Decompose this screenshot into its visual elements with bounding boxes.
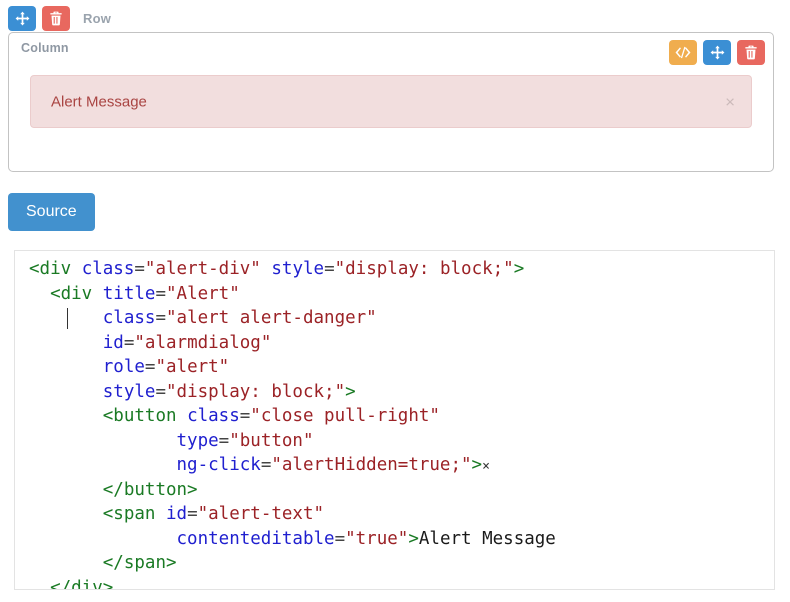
code-token-tag: </div> xyxy=(50,577,114,590)
code-token-val: "alert-div" xyxy=(144,259,261,279)
trash-icon xyxy=(49,11,63,26)
move-arrows-icon xyxy=(710,45,725,60)
code-token-val: "alert-text" xyxy=(197,504,325,524)
code-token-eq: = xyxy=(155,308,166,328)
code-token-eq: = xyxy=(144,357,156,377)
code-line: <div title="Alert" xyxy=(29,282,774,307)
row-move-button[interactable] xyxy=(8,5,36,31)
code-token-attr: class xyxy=(81,259,135,279)
code-token-eq: = xyxy=(134,259,145,279)
code-token-val: "alertHidden=true;" xyxy=(271,455,472,475)
code-line: <div class="alert-div" style="display: b… xyxy=(29,257,774,282)
code-line: ng-click="alertHidden=true;">× xyxy=(29,453,774,478)
code-token-eq: = xyxy=(123,332,135,353)
column-toolbar xyxy=(669,40,765,65)
row-label: Row xyxy=(83,10,112,26)
code-line: </div> xyxy=(29,576,774,590)
code-token-tag: <div xyxy=(50,283,103,304)
alert-danger-box: Alert Message × xyxy=(30,75,752,128)
code-token-attr: type xyxy=(176,430,219,451)
code-line: contenteditable="true">Alert Message xyxy=(29,527,774,552)
code-token-eq: = xyxy=(187,504,198,524)
move-arrows-icon xyxy=(15,11,30,26)
code-token-attr: id xyxy=(102,332,124,353)
code-line: class="alert alert-danger" xyxy=(29,306,774,331)
code-token-eq: = xyxy=(218,430,230,451)
code-token-val: "close pull-right" xyxy=(250,406,440,426)
row-delete-button[interactable] xyxy=(42,5,70,31)
code-token-tag: > xyxy=(408,528,419,549)
trash-icon xyxy=(744,45,758,60)
code-token-val: "button" xyxy=(229,430,314,451)
code-token-attr: class xyxy=(102,308,156,328)
code-token-tag: > xyxy=(471,455,483,475)
column-source-code-button[interactable] xyxy=(669,40,697,65)
code-token-tag: > xyxy=(345,381,356,402)
code-token-val: "true" xyxy=(345,528,409,549)
code-token-tag: > xyxy=(513,259,525,279)
code-line: <span id="alert-text" xyxy=(29,502,774,527)
alert-message-text[interactable]: Alert Message xyxy=(51,93,147,110)
code-token-val: "alert" xyxy=(155,357,230,377)
code-line: id="alarmdialog" xyxy=(29,331,774,356)
code-token-tag: <div xyxy=(29,259,82,279)
code-token-eq: = xyxy=(324,259,335,279)
code-token-attr: id xyxy=(165,504,188,524)
alert-close-button[interactable]: × xyxy=(723,93,737,110)
code-token-eq: = xyxy=(155,283,166,304)
code-token-val: "display: block;" xyxy=(166,381,346,402)
source-button[interactable]: Source xyxy=(8,193,95,231)
code-token-val: "display: block;" xyxy=(334,259,514,279)
code-token-eq: = xyxy=(155,381,166,402)
code-token-val: "Alert" xyxy=(166,283,240,304)
column-label: Column xyxy=(21,41,69,55)
code-token-attr: role xyxy=(102,357,145,377)
code-line: <button class="close pull-right" xyxy=(29,404,774,429)
code-token-attr: class xyxy=(187,406,240,426)
code-brackets-icon xyxy=(675,46,691,59)
code-line: role="alert" xyxy=(29,355,774,380)
code-token-eq: = xyxy=(239,406,251,426)
code-token-attr: title xyxy=(102,283,156,304)
code-line: type="button" xyxy=(29,429,774,454)
code-token-attr: style xyxy=(102,381,156,402)
source-code-text[interactable]: <div class="alert-div" style="display: b… xyxy=(29,257,774,589)
code-line: </span> xyxy=(29,551,774,576)
column-delete-button[interactable] xyxy=(737,40,765,65)
column-panel: Column Alert Message × xyxy=(8,32,774,172)
code-token-tag: </button> xyxy=(102,479,198,500)
code-token-attr: contenteditable xyxy=(176,528,335,549)
code-token-txt: Alert Message xyxy=(418,528,556,549)
code-token-val: "alert alert-danger" xyxy=(166,308,377,328)
code-token-close: × xyxy=(482,459,490,474)
code-token-tag: <span xyxy=(102,504,166,524)
code-line: </button> xyxy=(29,478,774,503)
code-token-tag: </span> xyxy=(102,553,177,573)
text-cursor xyxy=(67,308,68,329)
row-toolbar: Row xyxy=(8,5,111,31)
source-code-panel[interactable]: <div class="alert-div" style="display: b… xyxy=(14,250,775,590)
code-token-tag: <button xyxy=(102,406,188,426)
code-token-val: "alarmdialog" xyxy=(134,332,272,353)
code-token-attr: ng-click xyxy=(176,455,261,475)
code-token-eq: = xyxy=(334,528,346,549)
code-line: style="display: block;"> xyxy=(29,380,774,405)
code-token-attr: style xyxy=(271,259,325,279)
code-token-eq: = xyxy=(260,455,272,475)
column-move-button[interactable] xyxy=(703,40,731,65)
